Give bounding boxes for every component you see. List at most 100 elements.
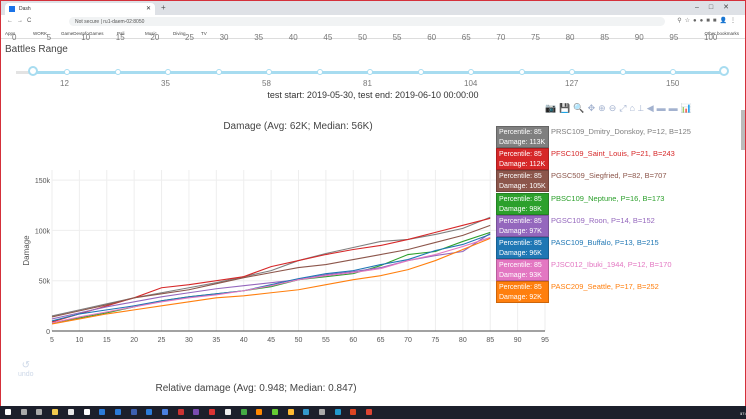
percentile-tick: 45 <box>323 33 333 42</box>
taskbar-app-icon[interactable] <box>20 409 27 415</box>
x-tick-label: 55 <box>322 337 330 344</box>
nav-buttons[interactable]: ←→C <box>7 18 35 24</box>
x-tick-label: 60 <box>349 337 357 344</box>
url-input[interactable]: Not secure | ru1-daem-02:8050 <box>69 17 665 26</box>
hover-series-name: PGSC509_Siegfried, P=82, B=707 <box>551 171 667 181</box>
taskbar-app-icon[interactable] <box>67 409 74 415</box>
hover-damage: Damage: 113K <box>499 139 546 146</box>
x-tick-label: 80 <box>459 337 467 344</box>
hover-damage: Damage: 105K <box>499 183 546 191</box>
hover-percentile: Percentile: 85 <box>499 217 542 225</box>
slider-mark[interactable] <box>165 69 171 75</box>
close-tab-icon[interactable]: ✕ <box>146 5 151 12</box>
taskbar-app-icon[interactable] <box>209 409 216 415</box>
extension-icons[interactable]: ⚲☆●●■■👤⋮ <box>677 17 739 24</box>
taskbar-app-icon[interactable] <box>36 409 43 415</box>
percentile-tick: 65 <box>461 33 471 42</box>
bookmark-item[interactable]: Diving <box>173 31 186 36</box>
battles-tick: 127 <box>565 79 579 88</box>
x-tick-label: 40 <box>240 337 248 344</box>
slider-mark[interactable] <box>215 69 222 75</box>
x-tick-label: 50 <box>295 337 303 344</box>
slider-mark[interactable] <box>367 69 373 75</box>
hover-damage: Damage: 92K <box>499 294 542 302</box>
taskbar-app-icon[interactable] <box>240 409 247 415</box>
slider-mark[interactable] <box>114 69 121 75</box>
percentile-tick: 70 <box>496 33 506 42</box>
undo-label: undo <box>18 371 34 378</box>
taskbar-app-icon[interactable] <box>256 409 263 415</box>
slider-mark[interactable] <box>619 69 626 75</box>
slider-mark[interactable] <box>417 69 424 75</box>
bookmark-item[interactable]: WORK <box>33 31 47 36</box>
bookmark-item[interactable]: Games <box>89 31 104 36</box>
percentile-tick: 85 <box>600 33 610 42</box>
slider-mark[interactable] <box>266 69 272 75</box>
tab-title: Dash <box>19 6 31 12</box>
hover-damage: Damage: 97K <box>499 227 542 235</box>
hover-damage: Damage: 93K <box>499 272 542 280</box>
hover-percentile: Percentile: 85 <box>499 151 542 159</box>
taskbar-app-icon[interactable] <box>99 409 106 415</box>
slider-mark[interactable] <box>64 69 70 75</box>
x-tick-label: 30 <box>185 337 193 344</box>
percentile-tick: 40 <box>288 33 298 42</box>
slider-mark[interactable] <box>569 69 575 75</box>
slider-mark[interactable] <box>316 69 323 75</box>
x-tick-label: 45 <box>267 337 275 344</box>
dash-favicon-icon <box>9 6 15 12</box>
x-tick-label: 70 <box>404 337 412 344</box>
hover-label: Percentile: 85 Damage: 113K <box>496 126 549 148</box>
plot-modebar[interactable]: 📷💾🔍✥⊕⊖⤢⌂⟂◀▬▬📊 <box>545 103 695 114</box>
percentile-tick: 30 <box>219 33 229 42</box>
taskbar-app-icon[interactable] <box>350 409 357 415</box>
hover-damage: Damage: 96K <box>499 250 542 257</box>
slider-mark[interactable] <box>670 69 676 75</box>
y-axis-label: Damage <box>22 235 31 266</box>
taskbar-app-icon[interactable] <box>114 409 121 415</box>
hover-damage: Damage: 98K <box>499 205 542 213</box>
taskbar-app-icon[interactable] <box>177 409 184 415</box>
bookmark-item[interactable]: TV <box>201 31 207 36</box>
taskbar-app-icon[interactable] <box>334 409 341 415</box>
slider-handle[interactable] <box>719 66 729 76</box>
hover-label: Percentile: 85 Damage: 92K <box>496 281 549 304</box>
taskbar-app-icon[interactable] <box>130 409 137 415</box>
y-tick-label: 100k <box>35 228 51 235</box>
browser-tab[interactable]: Dash ✕ <box>5 3 155 15</box>
windows-taskbar: 17:22 07.06.2019 <box>0 406 746 419</box>
taskbar-app-icon[interactable] <box>287 409 294 415</box>
hover-percentile: Percentile: 85 <box>499 129 542 136</box>
undo-button[interactable]: ↺ undo <box>18 360 34 378</box>
window-controls[interactable]: –□✕ <box>695 3 739 11</box>
hover-series-name: PFSC109_Saint_Louis, P=21, B=243 <box>551 149 675 159</box>
y-tick-label: 0 <box>46 329 50 336</box>
x-tick-label: 25 <box>158 337 166 344</box>
taskbar-app-icon[interactable] <box>162 409 168 415</box>
new-tab-button[interactable]: + <box>161 3 166 12</box>
slider-mark[interactable] <box>468 69 474 75</box>
taskbar-app-icon[interactable] <box>5 409 11 415</box>
taskbar-app-icon[interactable] <box>83 409 90 415</box>
taskbar-app-icon[interactable] <box>146 409 153 415</box>
taskbar-app-icon[interactable] <box>224 409 231 415</box>
hover-percentile: Percentile: 85 <box>499 240 542 247</box>
scrollbar[interactable] <box>741 110 745 150</box>
taskbar-app-icon[interactable] <box>319 409 325 415</box>
battles-range-title: Battles Range <box>5 44 68 55</box>
taskbar-app-icon[interactable] <box>193 409 200 415</box>
slider-mark[interactable] <box>518 69 525 75</box>
taskbar-app-icon[interactable] <box>303 409 310 415</box>
hover-label: Percentile: 85 Damage: 105K <box>496 170 549 193</box>
taskbar-app-icon[interactable] <box>271 409 278 415</box>
percentile-tick: 35 <box>254 33 264 42</box>
taskbar-app-icon[interactable] <box>52 409 59 415</box>
hover-series-name: PASC109_Buffalo, P=13, B=215 <box>551 238 659 247</box>
hover-percentile: Percentile: 85 <box>499 262 542 270</box>
percentile-tick: 90 <box>634 33 644 42</box>
percentile-tick: 75 <box>531 33 540 42</box>
taskbar-app-icon[interactable] <box>366 409 373 415</box>
slider-handle[interactable] <box>28 66 38 76</box>
undo-icon: ↺ <box>21 360 30 371</box>
percentile-tick: 20 <box>150 33 160 42</box>
